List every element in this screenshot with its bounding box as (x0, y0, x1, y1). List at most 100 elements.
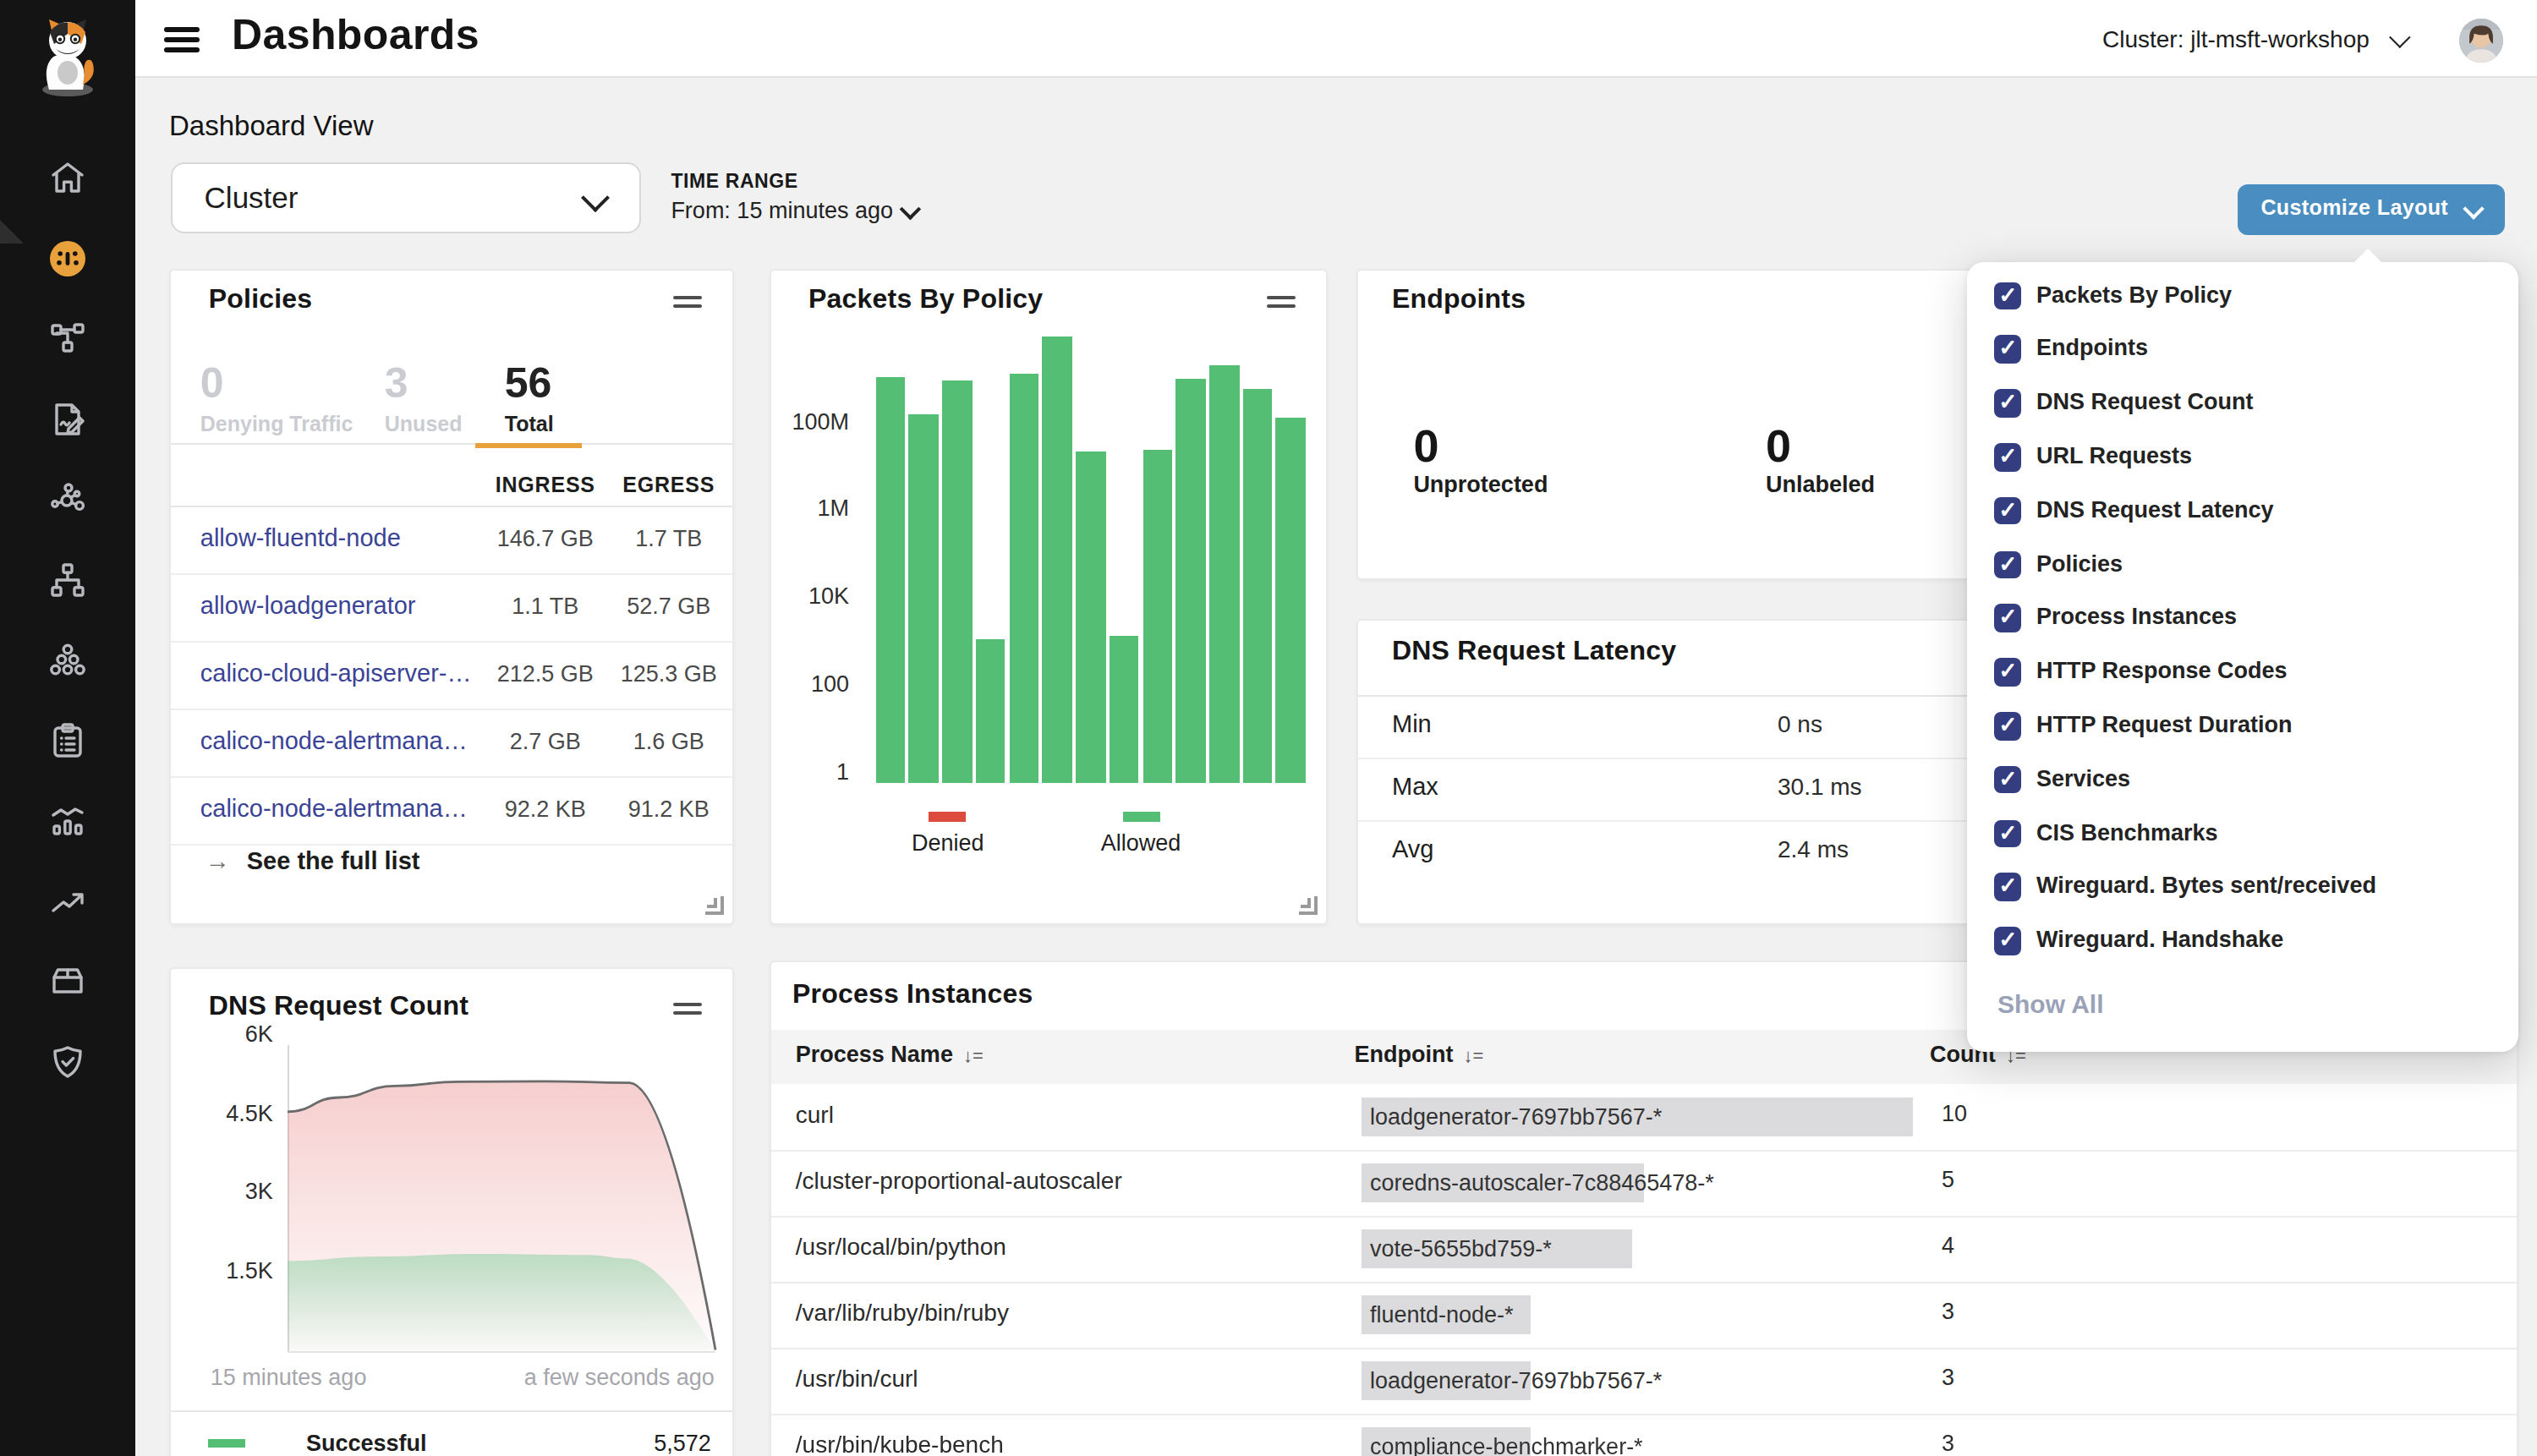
menu-item-label: Policies (2036, 550, 2123, 576)
menu-item[interactable]: ✓HTTP Response Codes (1968, 654, 2518, 708)
dashboard-view-select[interactable]: Cluster (171, 162, 641, 234)
hierarchy-icon[interactable] (47, 559, 88, 599)
document-edit-icon[interactable] (47, 398, 88, 439)
menu-item[interactable]: ✓URL Requests (1968, 438, 2518, 492)
allowed-legend-label[interactable]: Allowed (1073, 830, 1208, 856)
checkbox-checked-icon[interactable]: ✓ (1994, 873, 2022, 901)
policies-stat-label[interactable]: Total (505, 413, 554, 436)
checkbox-checked-icon[interactable]: ✓ (1994, 928, 2022, 955)
checkbox-checked-icon[interactable]: ✓ (1994, 605, 2022, 632)
policy-name-link[interactable]: allow-fluentd-node (200, 524, 401, 551)
show-all-link[interactable]: Show All (1997, 990, 2104, 1019)
allowed-bar[interactable] (1110, 636, 1139, 782)
allowed-bar[interactable] (1009, 374, 1038, 782)
checkbox-checked-icon[interactable]: ✓ (1994, 497, 2022, 525)
see-full-list-link[interactable]: →See the full list (205, 847, 420, 874)
avatar[interactable] (2459, 18, 2503, 62)
policy-name-link[interactable]: calico-node-alertmana… (200, 727, 468, 754)
checkbox-checked-icon[interactable]: ✓ (1994, 712, 2022, 740)
menu-item[interactable]: ✓ Policies (1968, 545, 2518, 599)
checkbox-checked-icon[interactable]: ✓ (1994, 336, 2022, 364)
y-axis-tick-label: 10K (778, 583, 849, 609)
chevron-down-icon (581, 183, 610, 212)
policies-stat-value-denying-traffic[interactable]: 0 (200, 359, 224, 408)
policies-stat-label[interactable]: Denying Traffic (200, 413, 353, 436)
calico-cat-logo[interactable] (32, 17, 107, 98)
shield-check-icon[interactable] (47, 1041, 88, 1081)
bar-chart-icon[interactable] (47, 800, 88, 840)
resize-handle[interactable] (1299, 895, 1318, 914)
allowed-bar[interactable] (1076, 451, 1105, 782)
drag-handle-icon[interactable] (673, 1002, 702, 1015)
unprotected-count: 0 (1413, 421, 1438, 473)
network-policy-icon[interactable] (47, 318, 88, 359)
sort-icon[interactable]: ↓= (1464, 1046, 1484, 1066)
customize-layout-button[interactable]: Customize Layout (2237, 184, 2504, 235)
allowed-bar[interactable] (909, 414, 939, 783)
allowed-bar[interactable] (976, 639, 1005, 783)
menu-item[interactable]: ✓DNS Request Count (1968, 385, 2518, 439)
service-graph-icon[interactable] (47, 479, 88, 519)
resize-handle[interactable] (705, 895, 724, 914)
menu-item[interactable]: ✓Packets By Policy (1968, 276, 2518, 331)
policy-row: allow-loadgenerator1.1 TB52.7 GB (172, 573, 732, 643)
menu-item-label: CIS Benchmarks (2036, 819, 2218, 845)
policy-name-link[interactable]: allow-loadgenerator (200, 592, 416, 619)
egress-column-header[interactable]: EGRESS (593, 473, 745, 497)
drag-handle-icon[interactable] (673, 296, 702, 309)
allowed-bar[interactable] (1276, 417, 1306, 782)
menu-item-label: HTTP Request Duration (2036, 712, 2293, 737)
menu-icon[interactable] (164, 27, 200, 52)
menu-item[interactable]: ✓ HTTP Request Duration (1968, 707, 2518, 761)
allowed-bar[interactable] (1209, 365, 1239, 783)
allowed-bar[interactable] (1176, 378, 1206, 782)
policy-name-link[interactable]: calico-cloud-apiserver-… (200, 660, 472, 687)
policies-stat-value-unused[interactable]: 3 (385, 359, 408, 408)
inventory-box-icon[interactable] (47, 961, 88, 1001)
policy-egress-value: 91.2 KB (593, 796, 745, 822)
drag-handle-icon[interactable] (1267, 296, 1296, 309)
menu-item[interactable]: ✓DNS Request Latency (1968, 492, 2518, 546)
denied-legend-label[interactable]: Denied (880, 830, 1016, 856)
time-range-value[interactable]: From: 15 minutes ago (671, 197, 917, 222)
checkbox-checked-icon[interactable]: ✓ (1994, 282, 2022, 309)
checkbox-checked-icon[interactable]: ✓ (1994, 819, 2022, 847)
checkbox-checked-icon[interactable]: ✓ (1994, 550, 2022, 578)
policy-egress-value: 1.7 TB (593, 526, 745, 551)
allowed-bar[interactable] (1242, 389, 1272, 782)
checkbox-checked-icon[interactable]: ✓ (1994, 659, 2022, 687)
dns-count-area-chart (288, 1036, 717, 1350)
home-icon[interactable] (47, 157, 88, 198)
allowed-legend-swatch[interactable] (1122, 812, 1159, 821)
menu-item[interactable]: ✓Process Instances (1968, 599, 2518, 654)
menu-item[interactable]: ✓Wireguard. Bytes sent/received (1968, 868, 2518, 922)
trend-up-icon[interactable] (47, 880, 88, 921)
clipboard-list-icon[interactable] (47, 720, 88, 760)
menu-item-label: Wireguard. Handshake (2036, 928, 2283, 953)
menu-item[interactable]: ✓ CIS Benchmarks (1968, 814, 2518, 868)
checkbox-checked-icon[interactable]: ✓ (1994, 766, 2022, 794)
checkbox-checked-icon[interactable]: ✓ (1994, 390, 2022, 418)
process-name-column-header[interactable]: Process Name↓= (796, 1043, 984, 1068)
denied-legend-swatch[interactable] (929, 812, 967, 821)
unlabeled-count: 0 (1766, 421, 1791, 473)
y-axis-tick-label: 4.5K (202, 1100, 273, 1125)
unlabeled-label: Unlabeled (1766, 472, 1875, 497)
menu-item[interactable]: ✓Endpoints (1968, 331, 2518, 385)
allowed-bar[interactable] (1043, 337, 1072, 782)
allowed-bar[interactable] (942, 380, 972, 783)
endpoint-column-header[interactable]: Endpoint↓= (1355, 1043, 1484, 1068)
menu-item[interactable]: ✓ Wireguard. Handshake (1968, 922, 2518, 977)
cluster-nodes-icon[interactable] (47, 639, 88, 680)
allowed-bar[interactable] (875, 377, 905, 782)
policy-name-link[interactable]: calico-node-alertmana… (200, 795, 468, 822)
policies-stat-value-total[interactable]: 56 (505, 359, 552, 408)
menu-item[interactable]: ✓Services (1968, 761, 2518, 815)
cluster-selector[interactable]: Cluster: jlt-msft-workshop (2102, 25, 2405, 52)
checkbox-checked-icon[interactable]: ✓ (1994, 443, 2022, 471)
process-name: curl (796, 1101, 834, 1128)
policies-stat-label[interactable]: Unused (385, 413, 463, 436)
dashboard-gauge-icon[interactable] (47, 238, 88, 278)
sort-icon[interactable]: ↓= (963, 1046, 984, 1066)
allowed-bar[interactable] (1142, 449, 1172, 782)
